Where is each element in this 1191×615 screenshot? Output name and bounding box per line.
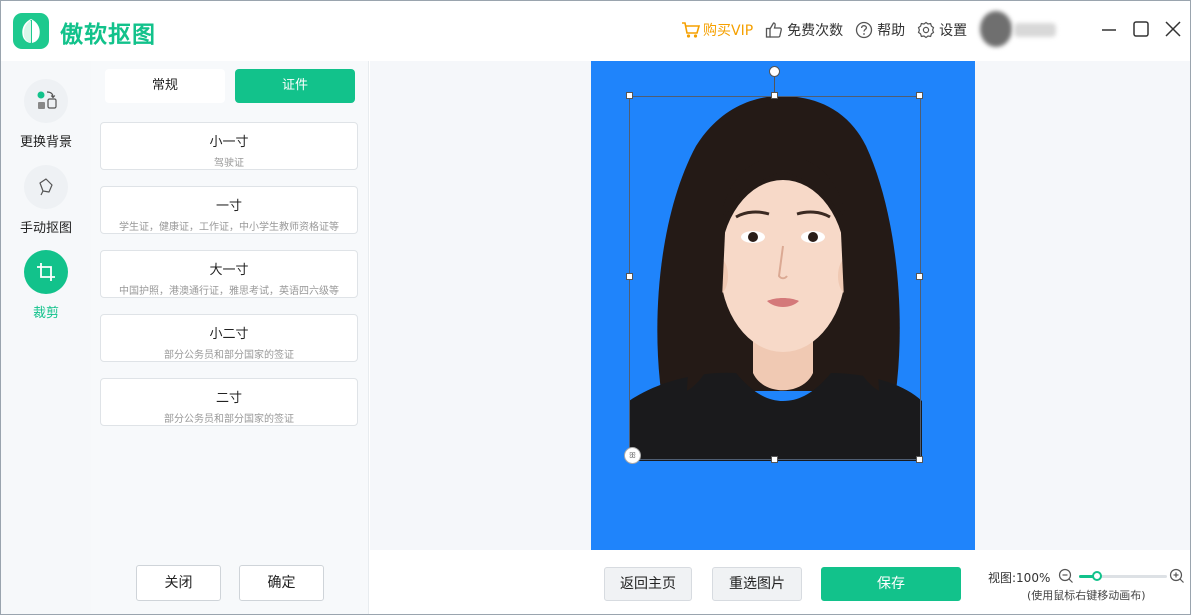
left-nav: 更换背景 手动抠图 裁剪 [1,61,91,614]
free-count-button[interactable]: 免费次数 [765,20,843,40]
zoom-in-button[interactable] [1169,568,1185,588]
header-actions: 购买VIP 免费次数 帮助 设置 [681,20,979,40]
save-button[interactable]: 保存 [821,567,961,601]
back-home-button[interactable]: 返回主页 [604,567,692,601]
zoom-hint: (使用鼠标右键移动画布) [1027,589,1146,602]
nav-circle [24,165,68,209]
app-window: 傲软抠图 购买VIP 免费次数 帮助 设置 更换背景 手动抠图 裁剪 常规 证件… [0,0,1191,615]
bottom-toolbar: 返回主页 重选图片 保存 视图:100% (使用鼠标右键移动画布) [370,550,1190,614]
app-title: 傲软抠图 [60,22,156,48]
free-count-label: 免费次数 [787,23,844,39]
app-logo [13,13,49,49]
rotate-handle[interactable] [769,66,780,77]
maximize-button[interactable] [1131,19,1151,39]
corner-badge[interactable]: ꕥ [624,447,641,464]
nav-label: 更换背景 [19,135,72,150]
reselect-image-button[interactable]: 重选图片 [712,567,802,601]
size-option-large-one-inch[interactable]: 大一寸 中国护照，港澳通行证，雅思考试，英语四六级等 [100,250,358,298]
nav-label: 裁剪 [32,306,59,321]
crop-handle-top-right[interactable] [916,92,923,99]
help-label: 帮助 [877,23,906,39]
size-name: 小二寸 [209,327,249,342]
zoom-slider-knob[interactable] [1091,571,1102,581]
close-panel-button[interactable]: 关闭 [136,565,221,601]
size-desc: 学生证，健康证，工作证，中小学生教师资格证等 [119,222,339,233]
cart-icon [681,21,701,39]
maximize-icon [1133,21,1149,37]
crop-handle-bottom-right[interactable] [916,456,923,463]
gear-icon [917,21,935,39]
size-name: 二寸 [215,391,242,406]
size-name: 小一寸 [209,135,249,150]
size-name: 一寸 [215,199,242,214]
zoom-level: 视图:100% [988,571,1051,585]
size-name: 大一寸 [209,263,249,278]
tab-normal[interactable]: 常规 [105,69,225,103]
tab-id-photo[interactable]: 证件 [235,69,355,103]
nav-circle-active [24,250,68,294]
size-panel: 常规 证件 小一寸 驾驶证 一寸 学生证，健康证，工作证，中小学生教师资格证等 … [91,61,369,614]
crop-frame[interactable] [629,96,921,460]
crop-handle-top[interactable] [771,92,778,99]
buy-vip-button[interactable]: 购买VIP [681,20,753,40]
confirm-button[interactable]: 确定 [239,565,324,601]
minimize-icon [1102,29,1116,31]
size-option-small-one-inch[interactable]: 小一寸 驾驶证 [100,122,358,170]
settings-label: 设置 [939,23,968,39]
size-desc: 部分公务员和部分国家的签证 [164,414,294,425]
nav-circle [24,79,68,123]
zoom-slider[interactable] [1079,571,1167,581]
crop-handle-left[interactable] [626,273,633,280]
close-icon [1165,21,1181,37]
crop-icon [37,263,55,281]
thumbs-up-icon [765,21,783,39]
size-desc: 驾驶证 [214,158,244,169]
crop-handle-bottom[interactable] [771,456,778,463]
nav-item-crop[interactable]: 裁剪 [1,250,91,321]
crop-handle-top-left[interactable] [626,92,633,99]
nav-item-change-background[interactable]: 更换背景 [1,79,91,150]
size-option-small-two-inch[interactable]: 小二寸 部分公务员和部分国家的签证 [100,314,358,362]
size-desc: 部分公务员和部分国家的签证 [164,350,294,361]
user-name-blurred[interactable] [1014,23,1056,37]
settings-button[interactable]: 设置 [917,20,967,40]
lasso-icon [39,178,53,196]
size-option-two-inch[interactable]: 二寸 部分公务员和部分国家的签证 [100,378,358,426]
zoom-out-icon [1058,568,1073,583]
minimize-button[interactable] [1099,19,1119,39]
size-option-one-inch[interactable]: 一寸 学生证，健康证，工作证，中小学生教师资格证等 [100,186,358,234]
zoom-in-icon [1169,568,1184,583]
zoom-out-button[interactable] [1058,568,1074,588]
size-desc: 中国护照，港澳通行证，雅思考试，英语四六级等 [119,286,339,297]
buy-vip-label: 购买VIP [703,23,754,39]
swap-background-icon [37,91,57,109]
nav-item-manual-cutout[interactable]: 手动抠图 [1,165,91,236]
help-icon [855,21,873,39]
nav-label: 手动抠图 [19,221,72,236]
leaf-logo-icon [22,19,40,43]
user-avatar[interactable] [980,11,1012,47]
title-bar: 傲软抠图 购买VIP 免费次数 帮助 设置 [1,1,1190,61]
close-window-button[interactable] [1163,19,1183,39]
crop-handle-right[interactable] [916,273,923,280]
help-button[interactable]: 帮助 [855,20,905,40]
